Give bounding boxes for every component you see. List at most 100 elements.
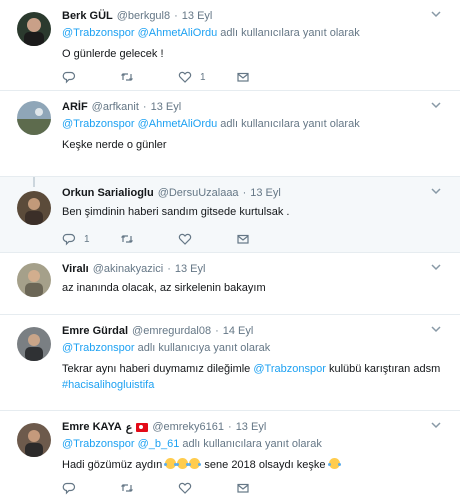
- tweet-time[interactable]: 13 Eyl: [250, 187, 281, 199]
- tweet-text: O günlerde gelecek !: [62, 48, 164, 60]
- separator: ·: [142, 101, 147, 113]
- reply-context-text: adlı kullanıcılara yanıt olarak: [182, 438, 322, 450]
- tweet-actions: 1: [62, 64, 450, 90]
- tweet-5[interactable]: Emre Gürdal @emregurdal08 · 14 Eyl @Trab…: [0, 315, 460, 411]
- tweet-4[interactable]: Viralı @akinakyazici · 13 Eyl az inanınd…: [0, 253, 460, 315]
- reply-context-text: adlı kullanıcıya yanıt olarak: [137, 342, 271, 354]
- like-count: 1: [200, 71, 206, 83]
- chevron-down-icon[interactable]: [430, 185, 442, 197]
- envelope-icon: [237, 234, 249, 244]
- tweet-time[interactable]: 14 Eyl: [223, 325, 254, 337]
- tweet-1[interactable]: Berk GÜL @berkgul8 · 13 Eyl @Trabzonspor…: [0, 0, 460, 91]
- author-name[interactable]: ARİF: [62, 101, 88, 113]
- avatar[interactable]: [17, 423, 51, 457]
- tears-of-joy-emoji: [327, 458, 341, 469]
- reply-context: @Trabzonspor @AhmetAliOrdu adlı kullanıc…: [62, 27, 450, 43]
- tweet-text: Keşke nerde o günler: [62, 139, 167, 151]
- reply-icon: [62, 71, 76, 84]
- like-button[interactable]: [178, 232, 236, 246]
- tweet-time[interactable]: 13 Eyl: [236, 421, 267, 433]
- tweet-text: Hadi gözümüz aydın sene 2018 olsaydı keş…: [62, 457, 450, 473]
- author-handle[interactable]: @arfkanit: [92, 101, 139, 113]
- envelope-icon: [237, 483, 249, 493]
- tweet-time[interactable]: 13 Eyl: [175, 263, 206, 275]
- turkey-flag-icon: [136, 422, 149, 432]
- author-handle[interactable]: @DersuUzalaaa: [158, 187, 239, 199]
- heart-icon: [178, 482, 192, 494]
- heart-icon: [178, 233, 192, 245]
- author-handle[interactable]: @berkgul8: [117, 10, 170, 22]
- avatar[interactable]: [17, 12, 51, 46]
- tweet-text: Ben şimdinin haberi sandım gitsede kurtu…: [62, 206, 290, 218]
- tweet-time[interactable]: 13 Eyl: [151, 101, 182, 113]
- author-handle[interactable]: @emregurdal08: [132, 325, 211, 337]
- author-name[interactable]: Emre KAYA: [62, 421, 122, 433]
- mention-link[interactable]: @Trabzonspor: [62, 342, 135, 354]
- author-handle[interactable]: @akinakyazici: [93, 263, 163, 275]
- avatar[interactable]: [17, 327, 51, 361]
- reply-button[interactable]: [62, 70, 120, 84]
- author-name[interactable]: Berk GÜL: [62, 10, 113, 22]
- reply-context-text: adlı kullanıcılara yanıt olarak: [220, 118, 360, 130]
- tweet-actions: 1: [62, 226, 450, 252]
- tweet-time[interactable]: 13 Eyl: [182, 10, 213, 22]
- separator: ·: [242, 187, 247, 199]
- retweet-button[interactable]: [120, 70, 178, 84]
- name-suffix: ع: [125, 421, 133, 434]
- mention-link[interactable]: @AhmetAliOrdu: [138, 118, 218, 130]
- reply-button[interactable]: [62, 481, 120, 495]
- tweet-text-part: sene 2018 olsaydı keşke: [204, 459, 326, 471]
- like-button[interactable]: [178, 481, 236, 495]
- mention-link[interactable]: @Trabzonspor: [62, 27, 135, 39]
- reply-icon: [62, 482, 76, 495]
- retweet-button[interactable]: [120, 232, 178, 246]
- chevron-down-icon[interactable]: [430, 261, 442, 273]
- chevron-down-icon[interactable]: [430, 323, 442, 335]
- separator: ·: [167, 263, 171, 275]
- like-button[interactable]: 1: [178, 70, 236, 84]
- tweet-2[interactable]: ARİF @arfkanit · 13 Eyl @Trabzonspor @Ah…: [0, 91, 460, 177]
- mention-link[interactable]: @_b_61: [138, 438, 180, 450]
- reply-icon: [62, 233, 76, 246]
- retweet-icon: [121, 484, 133, 492]
- tweet-text-part: Hadi gözümüz aydın: [62, 459, 163, 471]
- author-name[interactable]: Orkun Sarialioglu: [62, 187, 154, 199]
- chevron-down-icon[interactable]: [430, 8, 442, 20]
- tweet-text: Tekrar aynı haberi duymamız dileğimle @T…: [62, 361, 450, 393]
- reply-context: @Trabzonspor @_b_61 adlı kullanıcılara y…: [62, 438, 450, 454]
- tweet-text-part: Tekrar aynı haberi duymamız dileğimle: [62, 363, 251, 375]
- mention-link[interactable]: @AhmetAliOrdu: [138, 27, 218, 39]
- separator: ·: [215, 325, 219, 337]
- author-name[interactable]: Emre Gürdal: [62, 325, 128, 337]
- envelope-icon: [237, 72, 249, 82]
- avatar[interactable]: [17, 101, 51, 135]
- tears-of-joy-emoji: [188, 458, 202, 469]
- reply-context: @Trabzonspor @AhmetAliOrdu adlı kullanıc…: [62, 118, 450, 134]
- reply-context: @Trabzonspor adlı kullanıcıya yanıt olar…: [62, 342, 450, 358]
- reply-context-text: adlı kullanıcılara yanıt olarak: [220, 27, 360, 39]
- avatar[interactable]: [17, 191, 51, 225]
- tweet-3[interactable]: Orkun Sarialioglu @DersuUzalaaa · 13 Eyl…: [0, 177, 460, 253]
- mention-link[interactable]: @Trabzonspor: [62, 118, 135, 130]
- tweet-actions: [62, 475, 450, 500]
- dm-button[interactable]: [236, 70, 294, 84]
- tears-of-joy-emoji: [164, 458, 178, 469]
- hashtag-link[interactable]: #hacisalihogluistifa: [62, 379, 154, 391]
- reply-button[interactable]: 1: [62, 232, 120, 246]
- tears-of-joy-emoji: [176, 458, 190, 469]
- author-name[interactable]: Viralı: [62, 263, 89, 275]
- tweet-text-part: kulübü karıştıran adsm: [328, 363, 441, 375]
- retweet-icon: [121, 235, 133, 243]
- mention-link[interactable]: @Trabzonspor: [253, 363, 326, 375]
- chevron-down-icon[interactable]: [430, 99, 442, 111]
- tweet-text: az inanında olacak, az sirkelenin bakayı…: [62, 282, 266, 294]
- mention-link[interactable]: @Trabzonspor: [62, 438, 135, 450]
- avatar[interactable]: [17, 263, 51, 297]
- chevron-down-icon[interactable]: [430, 419, 442, 431]
- tweet-6[interactable]: Emre KAYA ع @emreky6161 · 13 Eyl @Trabzo…: [0, 411, 460, 500]
- retweet-button[interactable]: [120, 481, 178, 495]
- author-handle[interactable]: @emreky6161: [152, 421, 224, 433]
- dm-button[interactable]: [236, 232, 294, 246]
- dm-button[interactable]: [236, 481, 294, 495]
- reply-count: 1: [84, 233, 90, 245]
